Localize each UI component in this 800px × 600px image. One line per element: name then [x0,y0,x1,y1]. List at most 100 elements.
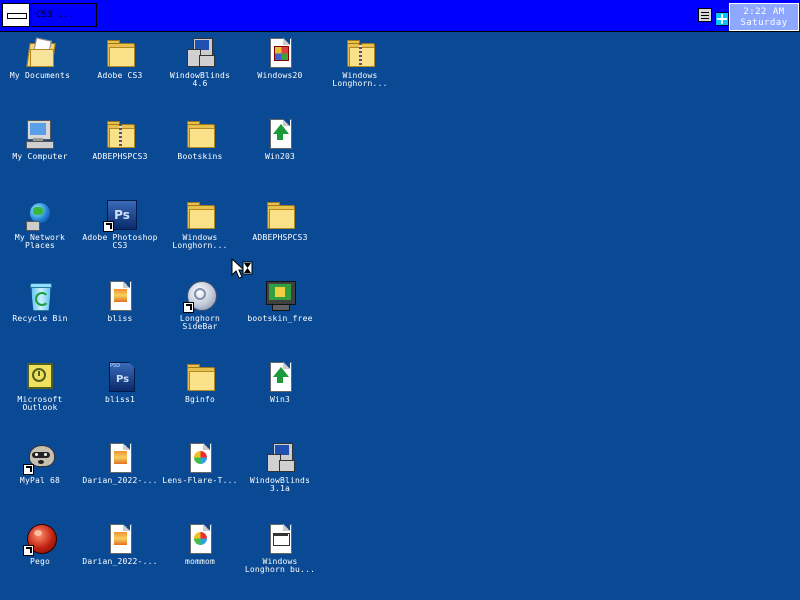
desktop-icon-adbephspcs3-zip[interactable]: ADBEPHSPCS3 [80,118,160,161]
shortcut-arrow-icon [23,464,34,475]
desktop-icon-windows-longhorn-bu[interactable]: Windows Longhorn bu... [240,523,320,574]
icon-label: Windows20 [257,71,303,80]
icon-label: Darian_2022-... [82,476,158,485]
icon-label: Lens-Flare-T... [162,476,238,485]
icon-label: ADBEPHSPCS3 [92,152,148,161]
green-arrow-file-icon [264,361,296,393]
desktop-icon-lens-flare[interactable]: Lens-Flare-T... [160,442,240,485]
desktop-icon-win203[interactable]: Win203 [240,118,320,161]
folder-icon [184,361,216,393]
image-file-icon [264,37,296,69]
clock[interactable]: 2:22 AM Saturday [729,3,799,31]
start-button[interactable] [2,3,30,27]
network-places-icon [24,199,56,231]
my-computer-icon [24,118,56,150]
icon-label: Windows Longhorn... [332,71,388,88]
outlook-icon [24,361,56,393]
icon-label: WindowBlinds 4.6 [169,71,231,88]
icon-label: Bginfo [184,395,216,404]
icon-label: Darian_2022-... [82,557,158,566]
png-file-icon [184,442,216,474]
desktop-icon-my-network-places[interactable]: My Network Places [0,199,80,250]
icon-label: WindowBlinds 3.1a [249,476,311,493]
desktop-icon-mypal-68[interactable]: MyPal 68 [0,442,80,485]
desktop-icon-windows-longhorn-zip[interactable]: Windows Longhorn... [320,37,400,88]
desktop-icon-recycle-bin[interactable]: Recycle Bin [0,280,80,323]
image-file-icon [104,280,136,312]
desktop-icon-bootskin-free[interactable]: bootskin_free [240,280,320,323]
desktop-icon-windows-longhorn-folder[interactable]: Windows Longhorn... [160,199,240,250]
desktop-icon-adbephspcs3-folder[interactable]: ADBEPHSPCS3 [240,199,320,242]
desktop-icon-windows20[interactable]: Windows20 [240,37,320,80]
desktop-icon-pego[interactable]: Pego [0,523,80,566]
windowblinds-installer-icon [184,37,216,69]
png-file-icon [184,523,216,555]
desktop-icon-win3[interactable]: Win3 [240,361,320,404]
desktop-icon-my-computer[interactable]: My Computer [0,118,80,161]
icon-label: Longhorn SideBar [179,314,221,331]
icon-label: Adobe Photoshop CS3 [82,233,158,250]
icon-label: Bootskins [177,152,223,161]
active-window-title[interactable]: CS3 ... [31,3,97,27]
desktop-icon-bginfo[interactable]: Bginfo [160,361,240,404]
desktop-icon-bliss[interactable]: bliss [80,280,160,323]
icon-label: bootskin_free [247,314,313,323]
photoshop-shortcut-icon: Ps [103,199,137,232]
taskbar: CS3 ... 2:22 AM Saturday [0,0,800,32]
icon-label: Recycle Bin [12,314,68,323]
desktop-icon-darian-2022-b[interactable]: Darian_2022-... [80,523,160,566]
folder-icon [104,37,136,69]
zip-folder-icon [344,37,376,69]
image-file-icon [104,523,136,555]
psd-file-icon: PSD Ps [104,361,136,393]
sidebar-shortcut-icon [183,280,217,313]
monitor-app-icon [264,280,296,312]
icon-label: Microsoft Outlook [17,395,63,412]
desktop-icon-bootskins[interactable]: Bootskins [160,118,240,161]
icon-label: bliss [107,314,133,323]
desktop-icon-microsoft-outlook[interactable]: Microsoft Outlook [0,361,80,412]
network-tray-icon[interactable] [715,12,729,26]
desktop-icon-bliss1[interactable]: PSD Ps bliss1 [80,361,160,404]
icon-label: Win3 [269,395,291,404]
desktop-icon-windowblinds-3-1a[interactable]: WindowBlinds 3.1a [240,442,320,493]
zip-folder-icon [104,118,136,150]
app-window-file-icon [264,523,296,555]
green-arrow-file-icon [264,118,296,150]
icon-label: My Documents [9,71,71,80]
desktop-icon-darian-2022-a[interactable]: Darian_2022-... [80,442,160,485]
folder-icon [264,199,296,231]
keyboard-icon[interactable] [698,8,712,22]
icon-label: MyPal 68 [19,476,61,485]
desktop-icon-adobe-cs3[interactable]: Adobe CS3 [80,37,160,80]
icon-label: Pego [29,557,51,566]
icon-label: ADBEPHSPCS3 [252,233,308,242]
minimize-bar-icon [7,13,27,19]
icon-label: mommom [184,557,216,566]
clock-day: Saturday [740,18,788,28]
icon-label: bliss1 [104,395,136,404]
icon-label: My Network Places [14,233,66,250]
busy-cursor-icon [231,258,253,279]
clock-time: 2:22 AM [743,7,785,17]
desktop-icon-windowblinds-4-6[interactable]: WindowBlinds 4.6 [160,37,240,88]
icon-label: Windows Longhorn... [172,233,228,250]
icon-label: My Computer [12,152,68,161]
icon-label: Windows Longhorn bu... [244,557,316,574]
folder-icon [184,118,216,150]
desktop-icon-mommom[interactable]: mommom [160,523,240,566]
pego-shortcut-icon [23,523,57,556]
recycle-bin-icon [24,280,56,312]
desktop-icon-my-documents[interactable]: My Documents [0,37,80,80]
shortcut-arrow-icon [183,302,194,313]
shortcut-arrow-icon [23,545,34,556]
folder-icon [184,199,216,231]
icon-label: Win203 [264,152,296,161]
raccoon-shortcut-icon [23,442,56,475]
desktop-icon-longhorn-sidebar[interactable]: Longhorn SideBar [160,280,240,331]
image-file-icon [104,442,136,474]
my-documents-icon [24,37,56,69]
icon-label: Adobe CS3 [97,71,143,80]
shortcut-arrow-icon [103,221,114,232]
desktop-icon-adobe-photoshop-cs3[interactable]: Ps Adobe Photoshop CS3 [80,199,160,250]
